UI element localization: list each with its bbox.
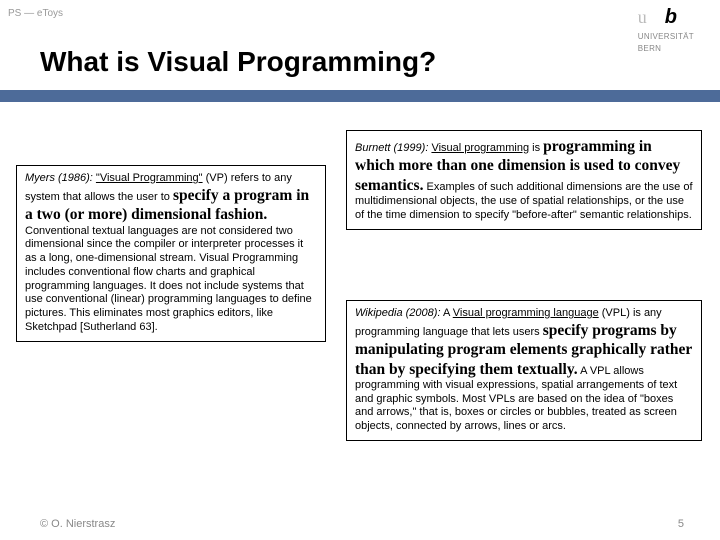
term-visual-programming: "Visual Programming" bbox=[96, 172, 203, 184]
quote-box-burnett: Burnett (1999): Visual programming is pr… bbox=[346, 130, 702, 230]
term-vpl: Visual programming language bbox=[453, 307, 599, 319]
body-myers: Conventional textual languages are not c… bbox=[25, 225, 312, 333]
quote-box-wikipedia: Wikipedia (2008): A Visual programming l… bbox=[346, 300, 702, 441]
university-logo: ub UNIVERSITÄT BERN bbox=[638, 6, 694, 54]
logo-subtitle-2: BERN bbox=[638, 45, 694, 53]
page-title: What is Visual Programming? bbox=[40, 46, 436, 78]
logo-u: u bbox=[638, 7, 647, 27]
author-wikipedia: Wikipedia (2008): bbox=[355, 307, 441, 319]
footer-copyright: © O. Nierstrasz bbox=[40, 518, 115, 530]
author-myers: Myers (1986): bbox=[25, 172, 93, 184]
term-visual-programming-2: Visual programming bbox=[431, 142, 529, 154]
quote-box-myers: Myers (1986): "Visual Programming" (VP) … bbox=[16, 165, 326, 342]
breadcrumb: PS — eToys bbox=[8, 8, 63, 19]
title-underline-bar bbox=[0, 90, 720, 102]
logo-subtitle-1: UNIVERSITÄT bbox=[638, 33, 694, 41]
lead-pre: A bbox=[443, 307, 453, 319]
lead-tail: is bbox=[532, 142, 543, 154]
page-number: 5 bbox=[678, 518, 684, 530]
author-burnett: Burnett (1999): bbox=[355, 142, 428, 154]
logo-b: b bbox=[665, 6, 677, 28]
